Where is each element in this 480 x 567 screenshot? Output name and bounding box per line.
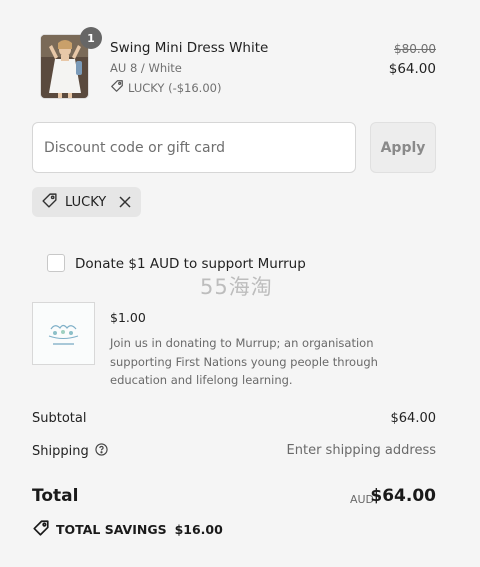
donate-checkbox[interactable] <box>47 254 65 272</box>
applied-discount-code: LUCKY <box>65 194 107 210</box>
savings-label: TOTAL SAVINGS <box>56 522 167 537</box>
apply-button[interactable]: Apply <box>370 122 436 173</box>
donate-label[interactable]: Donate $1 AUD to support Murrup <box>75 256 306 272</box>
tag-icon <box>110 79 124 96</box>
question-circle-icon[interactable] <box>95 443 108 460</box>
tag-icon <box>41 192 58 213</box>
quantity-badge: 1 <box>80 27 102 49</box>
donation-description: Join us in donating to Murrup; an organi… <box>110 336 378 387</box>
product-variant: AU 8 / White <box>110 61 182 75</box>
shipping-label: Shipping <box>32 444 89 459</box>
original-price: $80.00 <box>394 42 436 56</box>
total-label: Total <box>32 486 79 506</box>
watermark: 55海淘 <box>200 275 273 299</box>
close-icon[interactable] <box>119 196 131 208</box>
discount-code-input[interactable] <box>32 122 356 173</box>
product-discount-label: LUCKY (-$16.00) <box>128 80 222 95</box>
applied-discount-chip: LUCKY <box>32 187 142 217</box>
total-savings: TOTAL SAVINGS $16.00 <box>32 519 223 540</box>
savings-value: $16.00 <box>174 522 223 537</box>
product-discount: LUCKY (-$16.00) <box>110 79 221 96</box>
donation-price: $1.00 <box>110 310 146 325</box>
shipping-value: Enter shipping address <box>286 443 436 458</box>
murrup-logo <box>32 302 95 365</box>
product-price: $64.00 <box>388 61 436 77</box>
tag-icon <box>32 519 50 540</box>
product-name: Swing Mini Dress White <box>110 40 269 56</box>
total-amount: $64.00 <box>370 486 436 506</box>
subtotal-label: Subtotal <box>32 411 87 426</box>
subtotal-value: $64.00 <box>390 411 437 426</box>
product-photo-graphic <box>41 35 88 98</box>
shipping-row: Shipping <box>32 443 108 460</box>
